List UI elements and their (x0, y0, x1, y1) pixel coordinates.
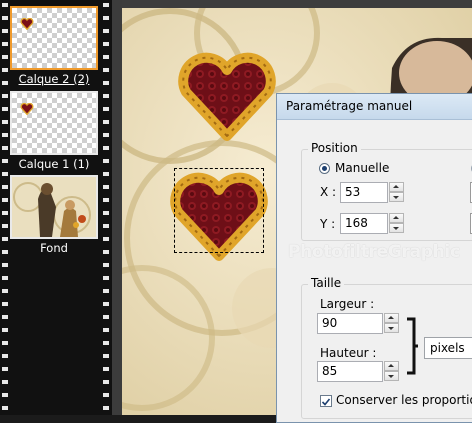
film-sprockets-left (2, 0, 8, 415)
unit-select[interactable]: pixels (424, 337, 472, 359)
height-decrement-icon[interactable] (384, 371, 399, 381)
y-decrement-icon[interactable] (389, 223, 404, 233)
background-thumbnail (10, 175, 98, 239)
link-bracket-icon (407, 317, 418, 375)
x-field[interactable]: 53 (340, 182, 388, 203)
canvas-margin (112, 0, 122, 415)
height-field[interactable]: 85 (317, 361, 383, 382)
background-thumbnail-image (12, 177, 96, 237)
x-decrement-icon[interactable] (389, 192, 404, 202)
x-label: X : (320, 185, 337, 199)
width-label: Largeur : (320, 297, 375, 311)
width-decrement-icon[interactable] (384, 323, 399, 333)
y-increment-icon[interactable] (389, 213, 404, 223)
layers-panel: Calque 2 (2) Calque 1 (1) Fond (0, 0, 112, 415)
layer-item-calque-2[interactable]: Calque 2 (2) (10, 6, 98, 86)
y-spinner[interactable] (389, 213, 404, 234)
watermark-text: PhotofiltreGraphic (288, 242, 460, 262)
layer-label: Calque 2 (2) (18, 72, 90, 86)
x-increment-icon[interactable] (389, 182, 404, 192)
manual-position-label: Manuelle (335, 161, 390, 175)
film-sprockets-right (103, 0, 109, 415)
height-spinner[interactable] (384, 361, 399, 382)
dialog-title[interactable]: Paramétrage manuel (277, 94, 472, 120)
checkmark-icon (321, 398, 331, 406)
keep-proportions-label: Conserver les proportions (336, 393, 472, 407)
height-increment-icon[interactable] (384, 361, 399, 371)
heart-thumbnail-icon (20, 103, 34, 115)
y-label: Y : (320, 217, 336, 231)
width-field[interactable]: 90 (317, 313, 383, 334)
layer-label: Fond (40, 241, 68, 255)
manual-position-radio[interactable] (319, 163, 330, 174)
width-spinner[interactable] (384, 313, 399, 334)
width-increment-icon[interactable] (384, 313, 399, 323)
selection-marquee[interactable] (174, 168, 264, 253)
size-group-title: Taille (308, 276, 345, 290)
y-field[interactable]: 168 (340, 213, 388, 234)
layer-thumbnail (10, 91, 98, 155)
keep-proportions-checkbox[interactable] (320, 395, 332, 407)
layer-item-calque-1[interactable]: Calque 1 (1) (10, 91, 98, 171)
position-group-title: Position (308, 141, 361, 155)
layer-label: Calque 1 (1) (18, 157, 90, 171)
x-spinner[interactable] (389, 182, 404, 203)
layer-thumbnail (10, 6, 98, 70)
height-label: Hauteur : (320, 346, 377, 360)
layer-item-fond[interactable]: Fond (10, 175, 98, 255)
heart-thumbnail-icon (20, 18, 34, 30)
